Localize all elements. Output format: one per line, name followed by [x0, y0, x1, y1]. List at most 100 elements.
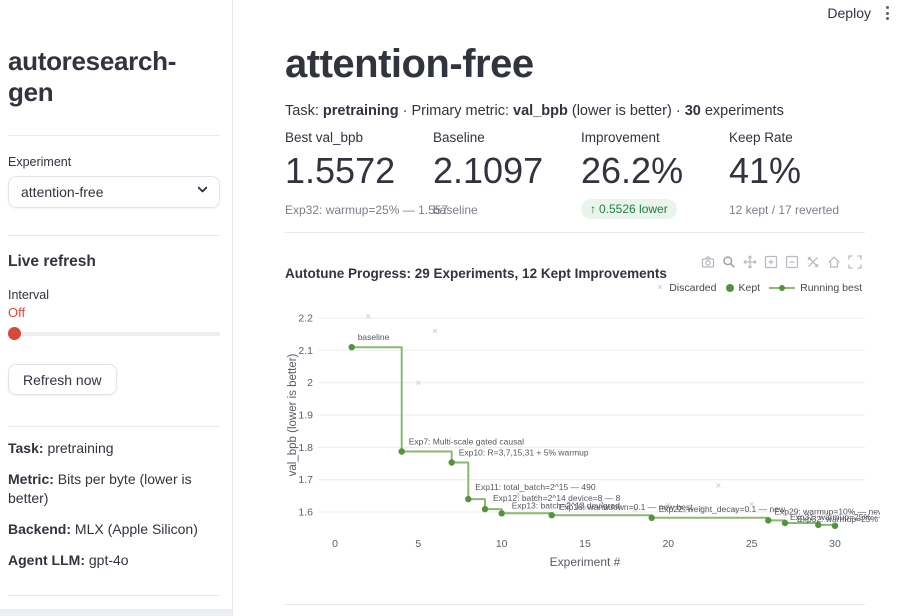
divider — [8, 135, 220, 136]
metric-delta-text: 0.5526 lower — [599, 202, 668, 216]
live-refresh-heading: Live refresh — [8, 253, 96, 270]
zoom-icon[interactable] — [722, 255, 736, 269]
subtitle-sep: · — [675, 103, 681, 119]
reset-axes-icon[interactable] — [827, 255, 841, 269]
metric-caption: baseline — [433, 203, 478, 217]
metric-baseline: Baseline 2.1097 baseline — [433, 130, 581, 219]
deploy-button[interactable]: Deploy — [827, 5, 871, 21]
camera-icon[interactable] — [701, 255, 715, 269]
svg-text:baseline: baseline — [358, 332, 390, 342]
chart-legend: Discarded Kept Running best — [656, 282, 862, 294]
pan-icon[interactable] — [743, 255, 757, 269]
metric-improvement: Improvement 26.2% ↑ 0.5526 lower — [581, 130, 729, 219]
detail-task-value: pretraining — [47, 440, 114, 456]
interval-value: Off — [8, 305, 26, 320]
svg-text:1.9: 1.9 — [298, 410, 313, 422]
kebab-menu-icon[interactable] — [883, 3, 892, 23]
metric-label: Baseline — [433, 130, 485, 145]
detail-backend: Backend: MLX (Apple Silicon) — [8, 520, 220, 539]
chart-modebar — [701, 255, 862, 269]
metric-caption: Exp32: warmup=25% — 1.557 — [285, 203, 449, 217]
slider-track[interactable] — [8, 332, 220, 336]
arrow-up-icon: ↑ — [590, 202, 596, 216]
metric-value: 26.2% — [581, 150, 684, 191]
legend-item-kept[interactable]: Kept — [725, 282, 761, 294]
detail-backend-label: Backend: — [8, 520, 72, 537]
main-content: Deploy attention-free Task: pretraining … — [234, 0, 900, 616]
svg-text:0: 0 — [332, 538, 338, 550]
svg-text:Exp10: R=3,7,15,31 + 5% warmup: Exp10: R=3,7,15,31 + 5% warmup — [459, 448, 589, 458]
legend-item-discarded[interactable]: Discarded — [656, 282, 717, 294]
legend-label: Discarded — [669, 282, 717, 294]
interval-label: Interval — [8, 288, 49, 302]
metric-keep-rate: Keep Rate 41% 12 kept / 17 reverted — [729, 130, 877, 219]
svg-text:2.1: 2.1 — [298, 345, 313, 357]
svg-text:Experiment #: Experiment # — [550, 555, 621, 569]
fullscreen-icon[interactable] — [848, 255, 862, 269]
detail-metric-label: Metric: — [8, 470, 54, 487]
kept-marker-icon — [725, 284, 734, 292]
subtitle-metric-value: val_bpb — [513, 103, 568, 119]
svg-text:Exp11: total_batch=2^15 — 490: Exp11: total_batch=2^15 — 490 — [475, 482, 596, 492]
legend-label: Running best — [800, 282, 862, 294]
experiment-label: Experiment — [8, 155, 72, 169]
app-title: autoresearch-gen — [8, 46, 177, 107]
interval-slider[interactable] — [8, 327, 220, 340]
sidebar: autoresearch-gen Experiment attention-fr… — [0, 0, 233, 616]
divider — [285, 232, 865, 233]
metric-label: Keep Rate — [729, 130, 793, 145]
experiment-details: Task: pretraining Metric: Bits per byte … — [8, 439, 220, 569]
divider — [8, 426, 220, 427]
experiment-select[interactable]: attention-free — [8, 176, 220, 208]
chart-title: Autotune Progress: 29 Experiments, 12 Ke… — [285, 266, 667, 281]
metric-delta-badge: ↑ 0.5526 lower — [581, 199, 677, 219]
svg-text:Exp22: weight_decay=0.1 — new: Exp22: weight_decay=0.1 — new — [659, 504, 786, 514]
legend-item-running-best[interactable]: Running best — [769, 282, 862, 294]
metric-label: Best val_bpb — [285, 130, 364, 145]
metric-value: 41% — [729, 150, 802, 191]
svg-text:20: 20 — [662, 538, 674, 550]
svg-text:25: 25 — [746, 538, 758, 550]
svg-text:1.7: 1.7 — [298, 474, 313, 486]
subtitle-task-label: Task: — [285, 103, 319, 119]
detail-agent-llm-label: Agent LLM: — [8, 551, 85, 568]
detail-agent-llm: Agent LLM: gpt-4o — [8, 551, 220, 570]
refresh-now-button[interactable]: Refresh now — [8, 364, 117, 395]
divider — [8, 235, 220, 236]
divider — [285, 604, 865, 605]
metrics-row: Best val_bpb 1.5572 Exp32: warmup=25% — … — [285, 130, 877, 219]
metric-value: 1.5572 — [285, 150, 396, 191]
discarded-marker-icon — [656, 282, 664, 294]
metric-best-valbpb: Best val_bpb 1.5572 Exp32: warmup=25% — … — [285, 130, 449, 219]
detail-backend-value: MLX (Apple Silicon) — [74, 520, 198, 537]
svg-text:Exp7: Multi-scale gated causal: Exp7: Multi-scale gated causal — [409, 437, 524, 447]
zoom-in-icon[interactable] — [764, 255, 778, 269]
running-best-marker-icon — [769, 284, 796, 292]
subtitle-metric-label: Primary metric: — [411, 103, 509, 119]
metric-value: 2.1097 — [433, 150, 544, 191]
svg-text:val_bpb (lower is better): val_bpb (lower is better) — [287, 353, 299, 476]
detail-agent-llm-value: gpt-4o — [88, 551, 129, 568]
svg-text:15: 15 — [579, 538, 591, 550]
svg-text:30: 30 — [829, 538, 841, 550]
metric-caption: 12 kept / 17 reverted — [729, 203, 840, 217]
topbar: Deploy — [827, 3, 892, 23]
svg-text:2: 2 — [307, 377, 313, 389]
zoom-out-icon[interactable] — [785, 255, 799, 269]
metric-label: Improvement — [581, 130, 660, 145]
autotune-chart-svg[interactable]: 1.6 1.7 1.8 1.9 2 2.1 2.2 0 5 10 15 20 25 30 Experimen… — [285, 300, 880, 582]
autoscale-icon[interactable] — [806, 255, 820, 269]
detail-metric: Metric: Bits per byte (lower is better) — [8, 470, 220, 508]
svg-text:1.8: 1.8 — [298, 442, 313, 454]
svg-text:1.6: 1.6 — [298, 507, 313, 519]
legend-label: Kept — [738, 282, 761, 294]
subtitle-exp-count: 30 — [684, 103, 701, 119]
experiment-subtitle: Task: pretraining · Primary metric: val_… — [285, 103, 784, 119]
experiment-select-value: attention-free — [21, 184, 104, 200]
chevron-down-icon — [196, 183, 209, 201]
divider — [8, 595, 220, 597]
subtitle-task-value: pretraining — [322, 103, 399, 119]
svg-text:2.2: 2.2 — [298, 313, 313, 325]
slider-thumb[interactable] — [8, 327, 21, 340]
detail-task: Task: pretraining — [8, 439, 220, 458]
